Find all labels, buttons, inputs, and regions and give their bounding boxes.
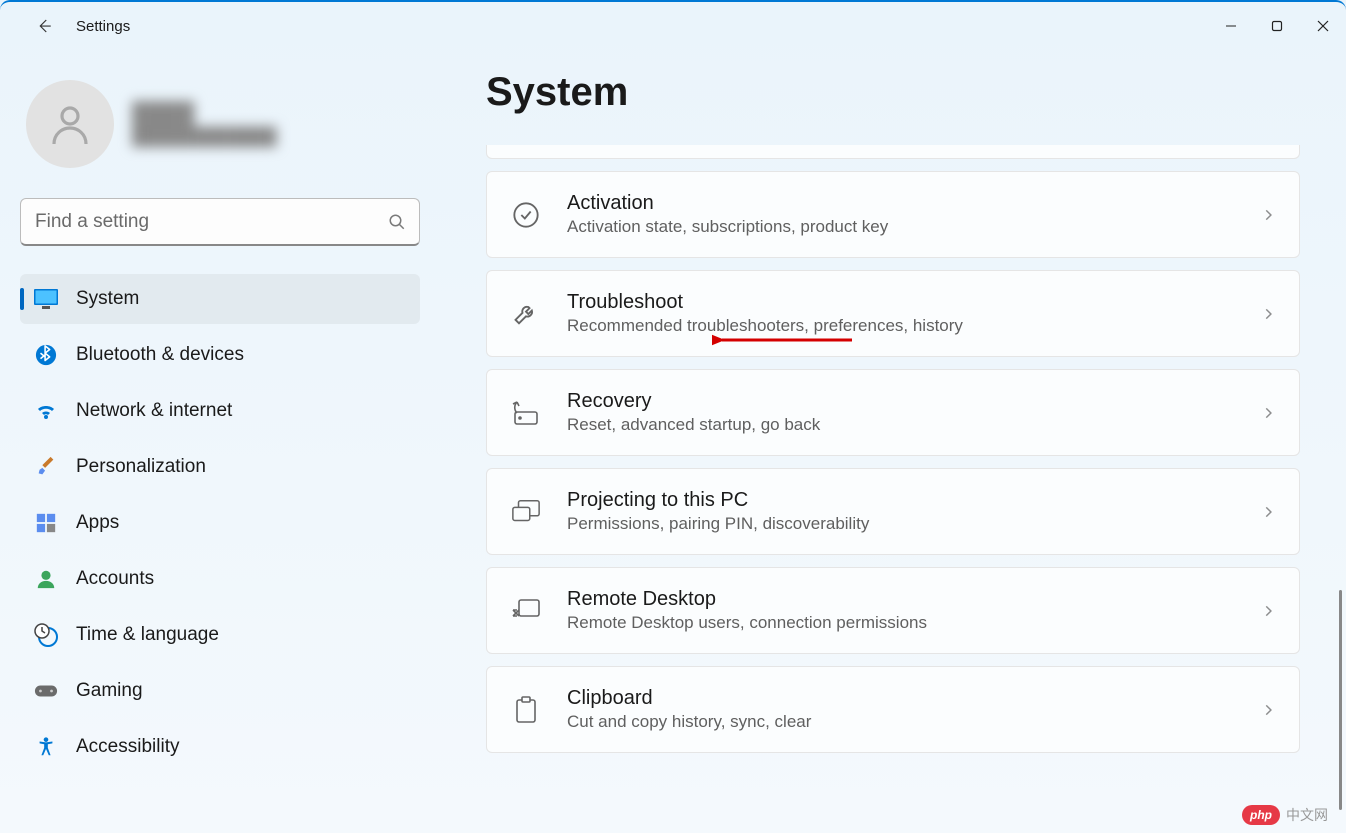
projecting-icon <box>511 497 541 527</box>
nav-list: System Bluetooth & devices Network & int… <box>20 274 420 772</box>
back-button[interactable] <box>24 6 64 46</box>
remote-desktop-icon <box>511 596 541 626</box>
sidebar-item-time-language[interactable]: Time & language <box>20 610 420 660</box>
nav-label: Gaming <box>76 680 143 702</box>
watermark: php 中文网 <box>1242 805 1328 825</box>
card-title: Remote Desktop <box>567 588 1261 611</box>
card-clipboard[interactable]: Clipboard Cut and copy history, sync, cl… <box>486 666 1300 753</box>
sidebar-item-accessibility[interactable]: Accessibility <box>20 722 420 772</box>
gamepad-icon <box>34 679 58 703</box>
nav-label: System <box>76 288 139 310</box>
person-icon <box>34 567 58 591</box>
card-sub: Permissions, pairing PIN, discoverabilit… <box>567 514 1261 534</box>
scrollbar[interactable] <box>1339 590 1342 810</box>
card-text: Clipboard Cut and copy history, sync, cl… <box>567 687 1261 732</box>
avatar <box>26 80 114 168</box>
brush-icon <box>34 455 58 479</box>
minimize-button[interactable] <box>1208 7 1254 45</box>
chevron-right-icon <box>1261 307 1275 321</box>
card-text: Remote Desktop Remote Desktop users, con… <box>567 588 1261 633</box>
sidebar-item-gaming[interactable]: Gaming <box>20 666 420 716</box>
card-text: Activation Activation state, subscriptio… <box>567 192 1261 237</box>
recovery-icon <box>511 398 541 428</box>
nav-label: Apps <box>76 512 119 534</box>
chevron-right-icon <box>1261 703 1275 717</box>
profile-block[interactable]: ████ ████████████ <box>26 80 420 168</box>
chevron-right-icon <box>1261 406 1275 420</box>
maximize-button[interactable] <box>1254 7 1300 45</box>
sidebar-item-personalization[interactable]: Personalization <box>20 442 420 492</box>
sidebar-item-bluetooth[interactable]: Bluetooth & devices <box>20 330 420 380</box>
profile-text: ████ ████████████ <box>132 101 277 147</box>
window-controls <box>1208 7 1346 45</box>
person-icon <box>46 100 94 148</box>
card-projecting[interactable]: Projecting to this PC Permissions, pairi… <box>486 468 1300 555</box>
sidebar: ████ ████████████ System Bluetooth & dev… <box>0 50 440 833</box>
nav-label: Bluetooth & devices <box>76 344 244 366</box>
nav-label: Accounts <box>76 568 154 590</box>
arrow-left-icon <box>35 17 53 35</box>
nav-label: Accessibility <box>76 736 179 758</box>
apps-icon <box>34 511 58 535</box>
card-text: Troubleshoot Recommended troubleshooters… <box>567 291 1261 336</box>
clipboard-icon <box>511 695 541 725</box>
search-input[interactable] <box>20 198 420 246</box>
card-recovery[interactable]: Recovery Reset, advanced startup, go bac… <box>486 369 1300 456</box>
chevron-right-icon <box>1261 505 1275 519</box>
check-circle-icon <box>511 200 541 230</box>
card-troubleshoot[interactable]: Troubleshoot Recommended troubleshooters… <box>486 270 1300 357</box>
card-activation[interactable]: Activation Activation state, subscriptio… <box>486 171 1300 258</box>
card-title: Clipboard <box>567 687 1261 710</box>
card-sub: Remote Desktop users, connection permiss… <box>567 613 1261 633</box>
watermark-badge: php <box>1242 805 1280 825</box>
profile-email: ████████████ <box>132 127 277 147</box>
app-title: Settings <box>76 18 130 35</box>
sidebar-item-apps[interactable]: Apps <box>20 498 420 548</box>
card-sub: Activation state, subscriptions, product… <box>567 217 1261 237</box>
sidebar-item-system[interactable]: System <box>20 274 420 324</box>
card-sub: Recommended troubleshooters, preferences… <box>567 316 1261 336</box>
card-list: Activation Activation state, subscriptio… <box>486 145 1300 753</box>
card-text: Recovery Reset, advanced startup, go bac… <box>567 390 1261 435</box>
display-icon <box>34 287 58 311</box>
accessibility-icon <box>34 735 58 759</box>
sidebar-item-accounts[interactable]: Accounts <box>20 554 420 604</box>
wifi-icon <box>34 399 58 423</box>
sidebar-item-network[interactable]: Network & internet <box>20 386 420 436</box>
card-sub: Cut and copy history, sync, clear <box>567 712 1261 732</box>
watermark-text: 中文网 <box>1286 805 1328 825</box>
card-title: Activation <box>567 192 1261 215</box>
card-sub: Reset, advanced startup, go back <box>567 415 1261 435</box>
clock-globe-icon <box>34 623 58 647</box>
card-partial-top <box>486 145 1300 159</box>
nav-label: Time & language <box>76 624 219 646</box>
nav-label: Personalization <box>76 456 206 478</box>
chevron-right-icon <box>1261 208 1275 222</box>
wrench-icon <box>511 299 541 329</box>
titlebar: Settings <box>0 2 1346 50</box>
nav-label: Network & internet <box>76 400 232 422</box>
card-title: Troubleshoot <box>567 291 1261 314</box>
search-wrapper <box>20 198 420 246</box>
bluetooth-icon <box>34 343 58 367</box>
card-text: Projecting to this PC Permissions, pairi… <box>567 489 1261 534</box>
main-content: System Activation Activation state, subs… <box>440 50 1346 833</box>
page-title: System <box>486 70 1300 115</box>
card-remote-desktop[interactable]: Remote Desktop Remote Desktop users, con… <box>486 567 1300 654</box>
chevron-right-icon <box>1261 604 1275 618</box>
card-title: Recovery <box>567 390 1261 413</box>
profile-name: ████ <box>132 101 277 127</box>
card-title: Projecting to this PC <box>567 489 1261 512</box>
search-icon <box>388 213 406 231</box>
close-button[interactable] <box>1300 7 1346 45</box>
